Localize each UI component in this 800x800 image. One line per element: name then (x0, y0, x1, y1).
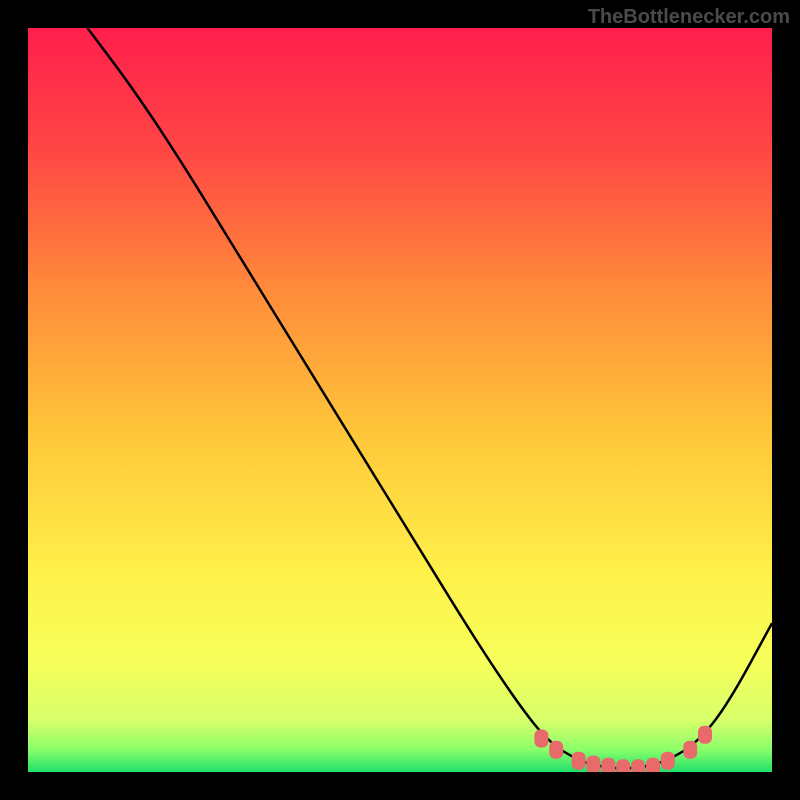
marker-dot (616, 759, 630, 772)
marker-dot (631, 759, 645, 772)
chart-container (28, 28, 772, 772)
marker-dot (534, 730, 548, 748)
marker-dot (646, 758, 660, 772)
marker-dot (572, 752, 586, 770)
marker-dot (586, 756, 600, 772)
watermark-text: TheBottlenecker.com (588, 6, 790, 29)
marker-points (28, 28, 772, 772)
marker-dot (683, 741, 697, 759)
marker-dot (549, 741, 563, 759)
marker-dot (698, 726, 712, 744)
marker-dot (661, 752, 675, 770)
marker-dot (601, 758, 615, 772)
